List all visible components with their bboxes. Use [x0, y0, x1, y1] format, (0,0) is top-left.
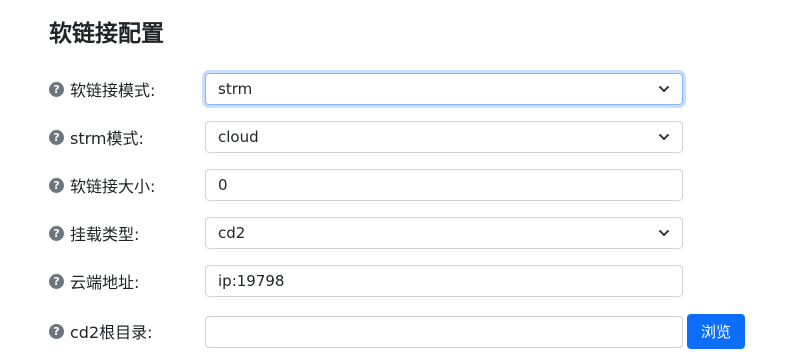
softlink-mode-select[interactable]: strm — [205, 73, 683, 105]
question-circle-icon[interactable]: ? — [49, 323, 64, 339]
chevron-down-icon — [658, 131, 670, 143]
field-label-softlink-size: ? 软链接大小: — [49, 168, 155, 202]
question-circle-icon[interactable]: ? — [49, 273, 64, 289]
form-row-strm-mode: ? strm模式: cloud — [0, 120, 797, 154]
form-row-softlink-mode: ? 软链接模式: strm — [0, 72, 797, 106]
select-value: cd2 — [218, 224, 246, 242]
field-label-text: 云端地址: — [70, 273, 140, 292]
question-circle-icon[interactable]: ? — [49, 129, 64, 145]
form-row-cloud-address: ? 云端地址: ip:19798 — [0, 264, 797, 298]
cloud-address-input[interactable]: ip:19798 — [205, 265, 683, 297]
field-label-text: 软链接大小: — [70, 177, 156, 196]
form-row-softlink-size: ? 软链接大小: 0 — [0, 168, 797, 202]
softlink-size-input[interactable]: 0 — [205, 169, 683, 201]
input-value: ip:19798 — [218, 272, 285, 290]
form-row-cd2-root-dir: ? cd2根目录: 浏览 — [0, 314, 797, 349]
field-label-text: cd2根目录: — [70, 323, 153, 342]
chevron-down-icon — [658, 83, 670, 95]
field-label-cd2-root-dir: ? cd2根目录: — [49, 314, 153, 348]
question-circle-icon[interactable]: ? — [49, 177, 64, 193]
input-value: 0 — [218, 176, 228, 194]
select-value: strm — [218, 80, 253, 98]
browse-button[interactable]: 浏览 — [687, 314, 745, 349]
form-row-mount-type: ? 挂载类型: cd2 — [0, 216, 797, 250]
question-circle-icon[interactable]: ? — [49, 225, 64, 241]
select-value: cloud — [218, 128, 259, 146]
strm-mode-select[interactable]: cloud — [205, 121, 683, 153]
field-label-text: 挂载类型: — [70, 225, 140, 244]
cd2-root-dir-input[interactable] — [205, 316, 683, 348]
field-label-softlink-mode: ? 软链接模式: — [49, 72, 155, 106]
chevron-down-icon — [658, 227, 670, 239]
field-label-text: strm模式: — [70, 129, 144, 148]
softlink-config-page: 软链接配置 ? 软链接模式: strm ? strm模式: cloud ? 软链… — [0, 0, 797, 359]
page-title: 软链接配置 — [49, 21, 164, 47]
field-label-strm-mode: ? strm模式: — [49, 120, 144, 154]
field-label-cloud-address: ? 云端地址: — [49, 264, 139, 298]
mount-type-select[interactable]: cd2 — [205, 217, 683, 249]
field-label-mount-type: ? 挂载类型: — [49, 216, 139, 250]
field-label-text: 软链接模式: — [70, 81, 156, 100]
question-circle-icon[interactable]: ? — [49, 81, 64, 97]
